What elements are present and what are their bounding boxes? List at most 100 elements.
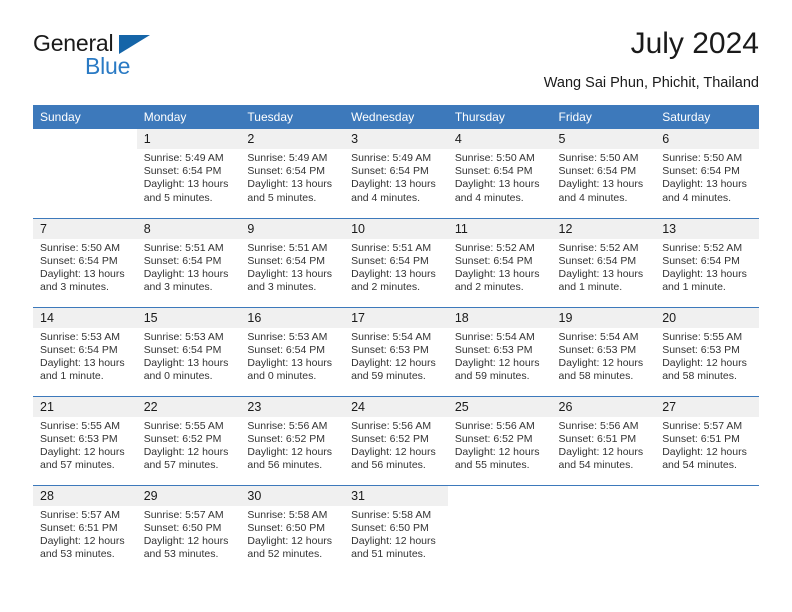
day-sun-info: Sunrise: 5:51 AM Sunset: 6:54 PM Daylight:…: [240, 239, 344, 295]
calendar-day-cell[interactable]: 26 Sunrise: 5:56 AM Sunset: 6:51 PM Dayligh…: [551, 395, 656, 485]
sunset-text: Sunset: 6:53 PM: [351, 343, 429, 356]
sunrise-text: Sunrise: 5:52 AM: [454, 241, 535, 254]
day-sun-info: Sunrise: 5:49 AM Sunset: 6:54 PM Daylight:…: [240, 149, 344, 205]
calendar-day-cell[interactable]: 20 Sunrise: 5:55 AM Sunset: 6:53 PM Dayligh…: [655, 306, 759, 396]
day-sun-info: Sunrise: 5:51 AM Sunset: 6:54 PM Daylight:…: [344, 239, 448, 295]
sunset-text: Sunset: 6:54 PM: [40, 254, 118, 267]
sunset-text: Sunset: 6:52 PM: [247, 432, 326, 445]
calendar-day-cell[interactable]: 19 Sunrise: 5:54 AM Sunset: 6:53 PM Dayligh…: [551, 306, 656, 396]
calendar-day-cell[interactable]: 5 Sunrise: 5:50 AM Sunset: 6:54 PM Daylight…: [551, 129, 656, 218]
sunset-text: Sunset: 6:54 PM: [558, 165, 637, 178]
daylight-text-line1: Daylight: 13 hours: [454, 178, 540, 191]
day-sun-info: Sunrise: 5:57 AM Sunset: 6:50 PM Daylight:…: [137, 506, 241, 562]
daylight-text-line2: and 58 minutes.: [558, 370, 634, 383]
calendar-day-cell[interactable]: 3 Sunrise: 5:49 AM Sunset: 6:54 PM Daylight…: [344, 129, 448, 218]
calendar-day-cell[interactable]: 18 Sunrise: 5:54 AM Sunset: 6:53 PM Dayligh…: [447, 306, 552, 396]
calendar-day-cell[interactable]: 29 Sunrise: 5:57 AM Sunset: 6:50 PM Dayligh…: [136, 484, 241, 574]
page-subtitle-location: Wang Sai Phun, Phichit, Thailand: [543, 75, 759, 91]
sunrise-text: Sunrise: 5:56 AM: [558, 419, 639, 432]
calendar-day-cell[interactable]: 27 Sunrise: 5:57 AM Sunset: 6:51 PM Dayligh…: [655, 395, 759, 485]
sunset-text: Sunset: 6:54 PM: [247, 165, 326, 178]
day-number: 28: [33, 485, 137, 506]
sunrise-text: Sunrise: 5:56 AM: [454, 419, 535, 432]
day-sun-info: Sunrise: 5:56 AM Sunset: 6:51 PM Daylight:…: [552, 417, 656, 473]
daylight-text-line1: Daylight: 12 hours: [662, 356, 747, 369]
calendar-day-cell[interactable]: 25 Sunrise: 5:56 AM Sunset: 6:52 PM Dayligh…: [447, 395, 552, 485]
sunset-text: Sunset: 6:54 PM: [351, 254, 429, 267]
daylight-text-line2: and 57 minutes.: [143, 459, 219, 472]
day-number: [552, 486, 656, 506]
sunrise-text: Sunrise: 5:55 AM: [143, 419, 224, 432]
calendar-day-cell[interactable]: 7 Sunrise: 5:50 AM Sunset: 6:54 PM Daylight…: [33, 217, 137, 307]
sunset-text: Sunset: 6:54 PM: [454, 165, 533, 178]
calendar-day-cell[interactable]: 17 Sunrise: 5:54 AM Sunset: 6:53 PM Dayligh…: [344, 306, 448, 396]
calendar-day-cell[interactable]: 13 Sunrise: 5:52 AM Sunset: 6:54 PM Dayligh…: [655, 217, 759, 307]
calendar-day-cell[interactable]: 8 Sunrise: 5:51 AM Sunset: 6:54 PM Daylight…: [136, 217, 241, 307]
general-blue-logo[interactable]: General Blue: [33, 30, 163, 86]
day-sun-info: Sunrise: 5:50 AM Sunset: 6:54 PM Daylight:…: [552, 149, 656, 205]
sunset-text: Sunset: 6:54 PM: [143, 165, 222, 178]
day-sun-info: Sunrise: 5:57 AM Sunset: 6:51 PM Daylight:…: [33, 506, 137, 562]
sunset-text: Sunset: 6:54 PM: [247, 343, 326, 356]
sunrise-text: Sunrise: 5:58 AM: [247, 508, 328, 521]
calendar-day-cell[interactable]: 10 Sunrise: 5:51 AM Sunset: 6:54 PM Dayligh…: [344, 217, 448, 307]
daylight-text-line2: and 54 minutes.: [662, 459, 737, 472]
sunset-text: Sunset: 6:52 PM: [351, 432, 429, 445]
sunrise-text: Sunrise: 5:50 AM: [558, 152, 639, 164]
daylight-text-line1: Daylight: 12 hours: [454, 445, 540, 458]
calendar-day-cell[interactable]: 4 Sunrise: 5:50 AM Sunset: 6:54 PM Daylight…: [447, 129, 552, 218]
sunrise-text: Sunrise: 5:49 AM: [143, 152, 224, 164]
day-sun-info: Sunrise: 5:52 AM Sunset: 6:54 PM Daylight:…: [552, 239, 656, 295]
calendar-day-cell[interactable]: 30 Sunrise: 5:58 AM Sunset: 6:50 PM Dayligh…: [240, 484, 345, 574]
calendar-day-cell[interactable]: 15 Sunrise: 5:53 AM Sunset: 6:54 PM Dayligh…: [136, 306, 241, 396]
day-sun-info: Sunrise: 5:53 AM Sunset: 6:54 PM Daylight:…: [33, 328, 137, 384]
day-sun-info: Sunrise: 5:50 AM Sunset: 6:54 PM Daylight:…: [33, 239, 137, 295]
day-number: 12: [551, 218, 656, 239]
calendar-day-cell[interactable]: 2 Sunrise: 5:49 AM Sunset: 6:54 PM Daylight…: [240, 129, 345, 218]
sunrise-text: Sunrise: 5:50 AM: [454, 152, 535, 164]
calendar-day-cell-empty: [655, 484, 759, 574]
calendar-day-cell[interactable]: 14 Sunrise: 5:53 AM Sunset: 6:54 PM Dayligh…: [33, 306, 137, 396]
day-sun-info: Sunrise: 5:53 AM Sunset: 6:54 PM Daylight:…: [137, 328, 241, 384]
day-sun-info: Sunrise: 5:53 AM Sunset: 6:54 PM Daylight:…: [240, 328, 344, 384]
calendar-day-cell[interactable]: 11 Sunrise: 5:52 AM Sunset: 6:54 PM Dayligh…: [447, 217, 552, 307]
calendar-week-row: 1 Sunrise: 5:49 AM Sunset: 6:54 PM Daylight…: [33, 129, 759, 218]
day-number: 26: [551, 396, 656, 417]
calendar-day-cell[interactable]: 12 Sunrise: 5:52 AM Sunset: 6:54 PM Dayligh…: [551, 217, 656, 307]
sunrise-text: Sunrise: 5:57 AM: [662, 419, 743, 432]
calendar-day-cell[interactable]: 16 Sunrise: 5:53 AM Sunset: 6:54 PM Dayligh…: [240, 306, 345, 396]
sunrise-text: Sunrise: 5:53 AM: [40, 330, 120, 343]
daylight-text-line2: and 1 minute.: [558, 281, 623, 294]
calendar-day-cell[interactable]: 21 Sunrise: 5:55 AM Sunset: 6:53 PM Dayligh…: [33, 395, 137, 485]
sunset-text: Sunset: 6:53 PM: [40, 432, 118, 445]
calendar-week-row: 7 Sunrise: 5:50 AM Sunset: 6:54 PM Daylight…: [33, 217, 759, 307]
sunset-text: Sunset: 6:54 PM: [351, 165, 429, 178]
day-number: 16: [240, 307, 345, 328]
weekday-header-friday: Friday: [551, 105, 656, 129]
daylight-text-line2: and 53 minutes.: [40, 548, 115, 561]
sunrise-text: Sunrise: 5:51 AM: [351, 241, 432, 254]
daylight-text-line2: and 55 minutes.: [454, 459, 530, 472]
calendar-day-cell[interactable]: 24 Sunrise: 5:56 AM Sunset: 6:52 PM Dayligh…: [344, 395, 448, 485]
sunrise-text: Sunrise: 5:53 AM: [143, 330, 224, 343]
sunrise-text: Sunrise: 5:51 AM: [247, 241, 328, 254]
weekday-header-wednesday: Wednesday: [344, 105, 448, 129]
daylight-text-line1: Daylight: 12 hours: [454, 356, 540, 369]
calendar-day-cell[interactable]: 9 Sunrise: 5:51 AM Sunset: 6:54 PM Daylight…: [240, 217, 345, 307]
day-sun-info: Sunrise: 5:56 AM Sunset: 6:52 PM Daylight:…: [448, 417, 552, 473]
daylight-text-line1: Daylight: 13 hours: [40, 356, 125, 369]
day-number: 23: [240, 396, 345, 417]
calendar-day-cell[interactable]: 6 Sunrise: 5:50 AM Sunset: 6:54 PM Daylight…: [655, 129, 759, 218]
daylight-text-line1: Daylight: 12 hours: [351, 534, 436, 547]
calendar-day-cell[interactable]: 22 Sunrise: 5:55 AM Sunset: 6:52 PM Dayligh…: [136, 395, 241, 485]
sunrise-text: Sunrise: 5:54 AM: [558, 330, 639, 343]
calendar-day-cell[interactable]: 23 Sunrise: 5:56 AM Sunset: 6:52 PM Dayligh…: [240, 395, 345, 485]
calendar-day-cell[interactable]: 28 Sunrise: 5:57 AM Sunset: 6:51 PM Dayligh…: [33, 484, 137, 574]
day-number: 9: [240, 218, 345, 239]
day-number: [655, 486, 759, 506]
calendar-day-cell[interactable]: 31 Sunrise: 5:58 AM Sunset: 6:50 PM Dayligh…: [344, 484, 448, 574]
sunset-text: Sunset: 6:50 PM: [247, 521, 326, 534]
calendar-day-cell[interactable]: 1 Sunrise: 5:49 AM Sunset: 6:54 PM Daylight…: [136, 129, 241, 218]
sunrise-text: Sunrise: 5:49 AM: [247, 152, 328, 164]
daylight-text-line1: Daylight: 12 hours: [351, 445, 436, 458]
